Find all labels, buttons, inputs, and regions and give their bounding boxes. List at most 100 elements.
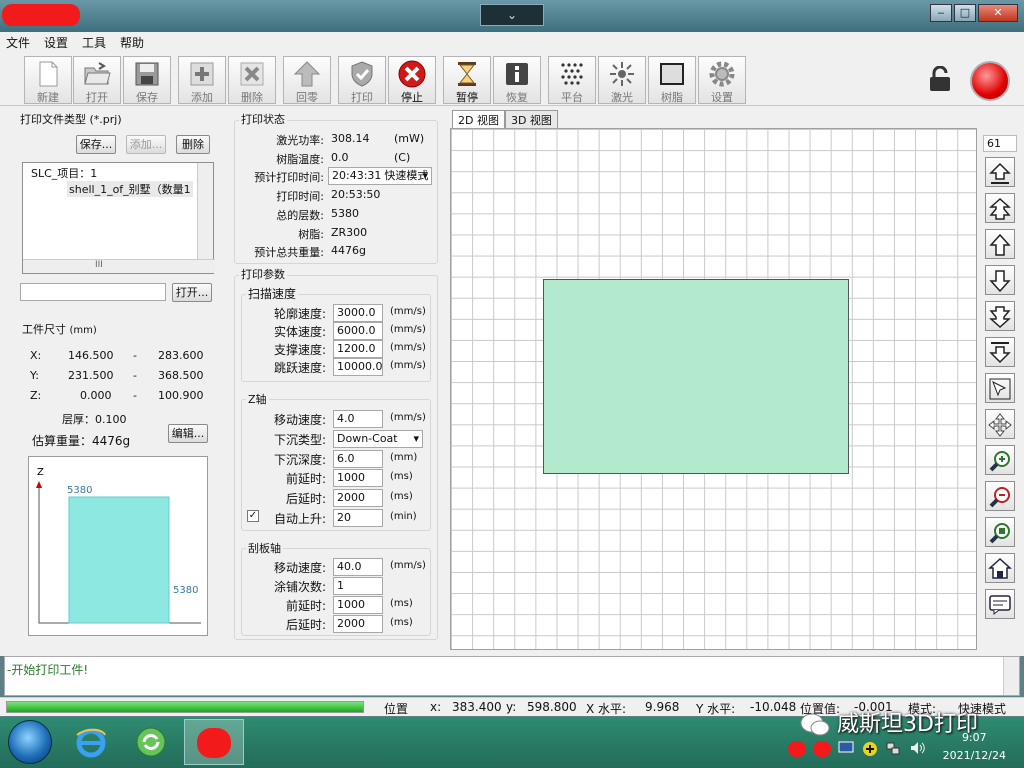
open-path-input[interactable] [20, 283, 166, 301]
resin-icon [660, 63, 684, 85]
chevron-down-icon: ▾ [413, 431, 419, 445]
tree-root[interactable]: SLC_项目：1 [31, 165, 97, 181]
page-up-button[interactable] [985, 193, 1015, 223]
laser-label: 激光 [611, 91, 633, 104]
tray-monitor-icon[interactable] [838, 741, 854, 755]
window-dropdown-button[interactable]: ⌄ [480, 4, 544, 26]
toolbar: 新建 打开 保存 添加 删除 回零 打印 停止 暂停 恢复 平台 激光 树脂 设… [0, 52, 1024, 106]
z-param-input[interactable]: 2000 [333, 489, 383, 508]
x-max: 283.600 [158, 349, 204, 362]
tree-child[interactable]: shell_1_of_别墅（数量1 [67, 181, 193, 197]
top-layer-button[interactable] [985, 157, 1015, 187]
scraper-param-input[interactable]: 40.0 [333, 558, 383, 576]
tray-volume-icon[interactable] [910, 741, 926, 755]
project-tree[interactable]: SLC_项目：1 shell_1_of_别墅（数量1 III [22, 162, 215, 274]
z-param-input[interactable]: 4.0 [333, 410, 383, 428]
minimize-button[interactable]: ‒ [930, 4, 952, 22]
active-app-button[interactable] [184, 719, 244, 765]
down-arrow-button[interactable] [985, 265, 1015, 295]
select-pointer-button[interactable] [985, 373, 1015, 403]
zoom-out-icon [989, 487, 1010, 508]
z-param-value: 1000 [337, 471, 365, 485]
x-min: 146.500 [68, 349, 114, 362]
laser-button[interactable]: 激光 [598, 56, 646, 104]
hourglass-icon [458, 62, 476, 86]
platform-button[interactable]: 平台 [548, 56, 596, 104]
scan-param-input[interactable]: 1200.0 [333, 340, 383, 358]
redacted-title [2, 4, 80, 26]
tree-vertical-scrollbar[interactable] [197, 163, 213, 259]
save-button[interactable]: 保存 [123, 56, 171, 104]
emergency-stop-indicator[interactable] [970, 61, 1010, 101]
scan-param-input[interactable]: 3000.0 [333, 304, 383, 322]
add-button[interactable]: 添加 [178, 56, 226, 104]
scan-param-input[interactable]: 10000.0 [333, 358, 383, 376]
scan-param-input[interactable]: 6000.0 [333, 322, 383, 340]
scraper-param-input[interactable]: 1000 [333, 596, 383, 614]
resume-button[interactable]: 恢复 [493, 56, 541, 104]
maximize-button[interactable]: □ [954, 4, 976, 22]
close-button[interactable]: ✕ [978, 4, 1018, 22]
print-label: 打印 [351, 91, 373, 104]
home-view-button[interactable] [985, 553, 1015, 583]
home-button[interactable]: 回零 [283, 56, 331, 104]
log-scrollbar[interactable] [1003, 657, 1019, 695]
status-label: 预计总共重量: [254, 246, 324, 260]
save-project-button[interactable]: 保存... [76, 135, 116, 154]
zoom-fit-button[interactable] [985, 517, 1015, 547]
scraper-param-input[interactable]: 1 [333, 577, 383, 595]
delete-button[interactable]: 删除 [228, 56, 276, 104]
add-project-button[interactable]: 添加... [126, 135, 166, 154]
zoom-out-button[interactable] [985, 481, 1015, 511]
scan-param-unit: (mm/s) [390, 306, 426, 317]
new-button[interactable]: 新建 [24, 56, 72, 104]
scraper-param-input[interactable]: 2000 [333, 615, 383, 633]
lock-icon[interactable] [928, 66, 952, 92]
resin-button[interactable]: 树脂 [648, 56, 696, 104]
stop-button[interactable]: 停止 [388, 56, 436, 104]
zoom-in-button[interactable] [985, 445, 1015, 475]
scan-title: 扫描速度 [246, 285, 299, 302]
tray-plus-icon[interactable] [862, 741, 878, 757]
menu-tools[interactable]: 工具 [82, 34, 106, 51]
z-param-input[interactable]: Down-Coat ▾ [333, 429, 423, 448]
chevron-down-icon: ▾ [422, 169, 428, 183]
auto-rise-checkbox[interactable]: ✓ [247, 510, 259, 522]
chart-bar [68, 496, 170, 624]
z-param-label: 下沉类型: [273, 432, 326, 447]
bottom-layer-button[interactable] [985, 337, 1015, 367]
page-down-icon [989, 306, 1011, 329]
menu-file[interactable]: 文件 [6, 34, 30, 51]
tray-network-icon[interactable] [886, 741, 900, 755]
tab-2d-view[interactable]: 2D 视图 [452, 110, 505, 129]
start-button[interactable] [8, 720, 52, 764]
redacted-app-icon [197, 728, 231, 758]
delete-project-button[interactable]: 删除 [176, 135, 210, 154]
edit-button[interactable]: 编辑... [168, 424, 208, 443]
scan-param-value: 1200.0 [337, 342, 376, 355]
pan-move-button[interactable] [985, 409, 1015, 439]
sync-app-icon[interactable] [134, 725, 168, 759]
message-button[interactable] [985, 589, 1015, 619]
open-project-button[interactable]: 打开... [172, 283, 212, 302]
pause-button[interactable]: 暂停 [443, 56, 491, 104]
scan-param-unit: (mm/s) [390, 324, 426, 335]
menu-settings[interactable]: 设置 [44, 34, 68, 51]
tab-3d-view[interactable]: 3D 视图 [504, 110, 558, 128]
up-arrow-button[interactable] [985, 229, 1015, 259]
z-param-input[interactable]: 20 [333, 509, 383, 527]
z-param-input[interactable]: 1000 [333, 469, 383, 488]
tree-horizontal-scrollbar[interactable]: III [23, 259, 215, 273]
z-param-label: 前延时: [285, 472, 326, 487]
internet-explorer-icon[interactable] [74, 725, 108, 759]
z-param-input[interactable]: 6.0 [333, 449, 383, 468]
open-button[interactable]: 打开 [73, 56, 121, 104]
delete-icon [240, 62, 264, 86]
page-down-button[interactable] [985, 301, 1015, 331]
layer-number-field[interactable]: 61 [983, 135, 1017, 152]
menu-help[interactable]: 帮助 [120, 34, 144, 51]
settings-button[interactable]: 设置 [698, 56, 746, 104]
bottom-layer-icon [989, 342, 1011, 364]
print-mode-select[interactable]: 20:43:31 快速模式 ▾ [328, 167, 432, 186]
print-button[interactable]: 打印 [338, 56, 386, 104]
